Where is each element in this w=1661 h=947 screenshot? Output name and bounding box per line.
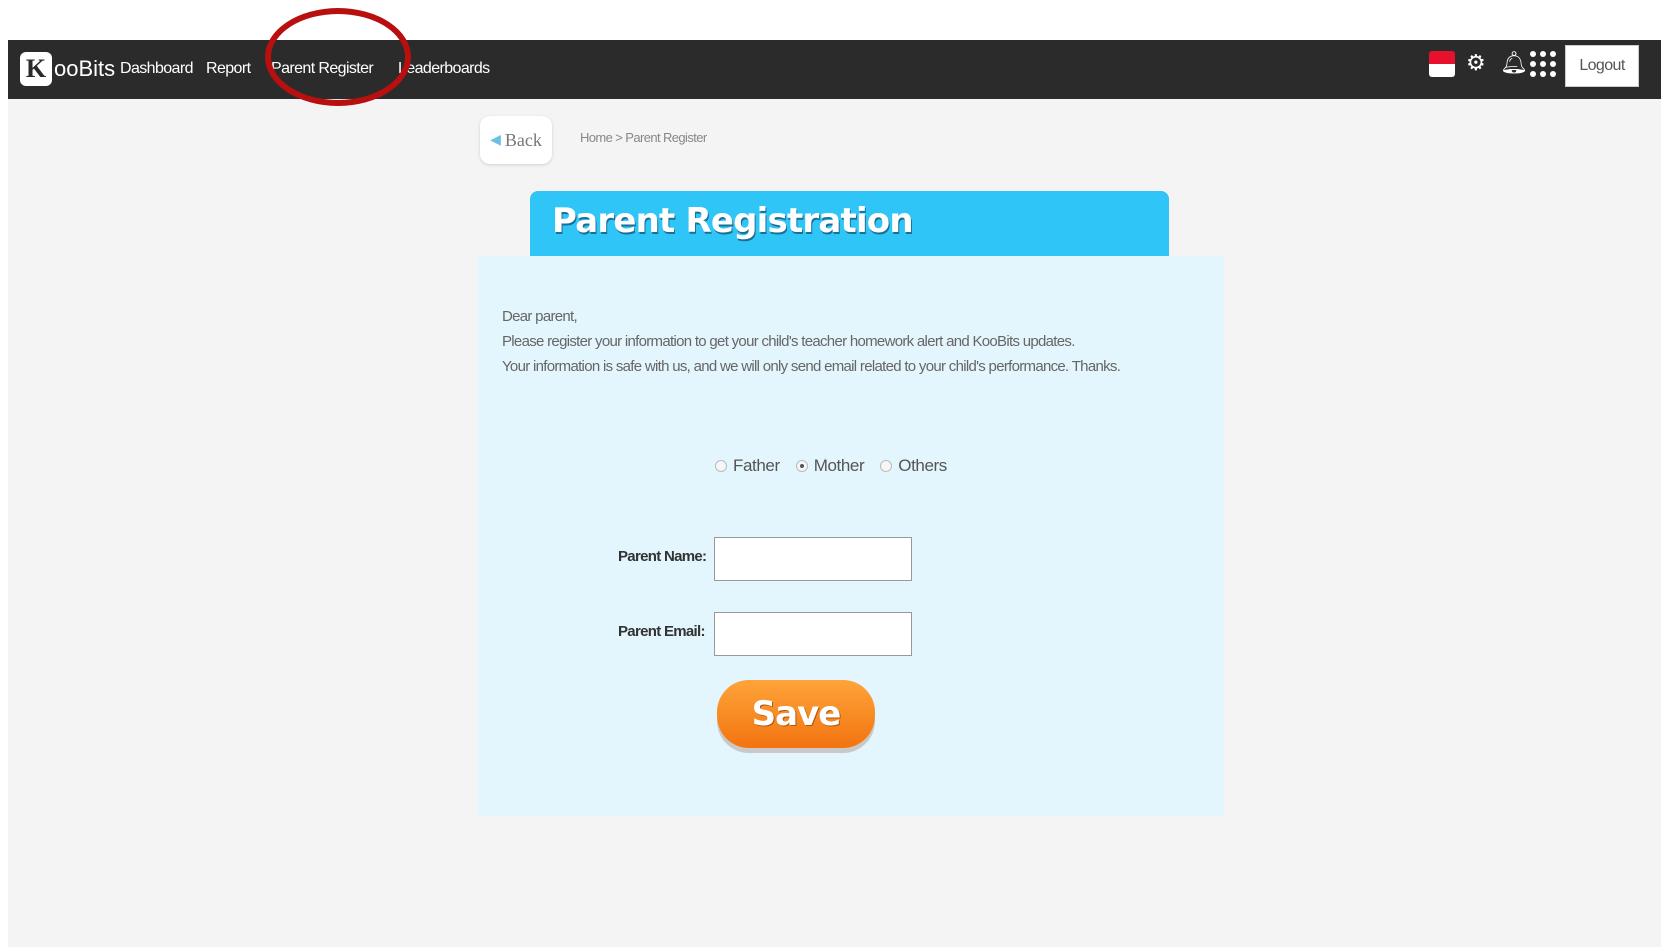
registration-card: Dear parent, Please register your inform… — [478, 256, 1224, 816]
radio-mother[interactable]: Mother — [795, 456, 865, 476]
parent-email-input[interactable] — [714, 612, 912, 656]
nav-parent-register[interactable]: Parent Register — [271, 60, 374, 78]
nav-leaderboards[interactable]: Leaderboards — [398, 60, 490, 78]
parent-name-label: Parent Name: — [618, 548, 707, 565]
logo-text: ooBits — [54, 56, 116, 81]
radio-others[interactable]: Others — [880, 456, 947, 476]
radio-mother-label: Mother — [813, 456, 865, 475]
intro-line-greeting: Dear parent, — [502, 308, 578, 325]
intro-text: Dear parent, Please register your inform… — [502, 304, 1121, 379]
nav-dashboard[interactable]: Dashboard — [120, 60, 193, 78]
page-title: Parent Registration — [552, 201, 914, 241]
intro-line-privacy: Your information is safe with us, and we… — [502, 358, 1121, 375]
logout-button[interactable]: Logout — [1565, 45, 1639, 87]
radio-mother-circle[interactable] — [795, 460, 808, 472]
radio-others-circle[interactable] — [880, 460, 893, 472]
gear-icon[interactable]: ⚙ — [1466, 50, 1486, 76]
logo-letter: K — [20, 52, 52, 86]
radio-others-label: Others — [898, 456, 947, 475]
top-navigation-bar: K ooBits Dashboard Report Parent Registe… — [8, 40, 1661, 99]
parent-email-label: Parent Email: — [618, 623, 705, 640]
intro-line-request: Please register your information to get … — [502, 333, 1075, 350]
nav-report[interactable]: Report — [206, 60, 251, 78]
save-button[interactable]: Save — [717, 680, 875, 748]
radio-father-label: Father — [733, 456, 780, 475]
koobits-logo[interactable]: K ooBits — [20, 50, 115, 88]
radio-father[interactable]: Father — [715, 456, 780, 476]
apps-grid-icon[interactable] — [1530, 44, 1556, 84]
back-arrow-icon: ◀ — [490, 132, 501, 148]
singapore-flag-icon[interactable] — [1429, 51, 1455, 77]
breadcrumb: Home > Parent Register — [580, 130, 707, 145]
radio-father-circle[interactable] — [715, 460, 727, 472]
bell-icon[interactable]: 🔔︎ — [1500, 50, 1528, 76]
parent-name-input[interactable] — [714, 537, 912, 581]
back-label: Back — [504, 129, 542, 150]
relation-radio-group: Father Mother Others — [715, 456, 963, 476]
registration-title-bar: Parent Registration — [530, 191, 1169, 256]
back-button[interactable]: ◀ Back — [480, 116, 552, 164]
